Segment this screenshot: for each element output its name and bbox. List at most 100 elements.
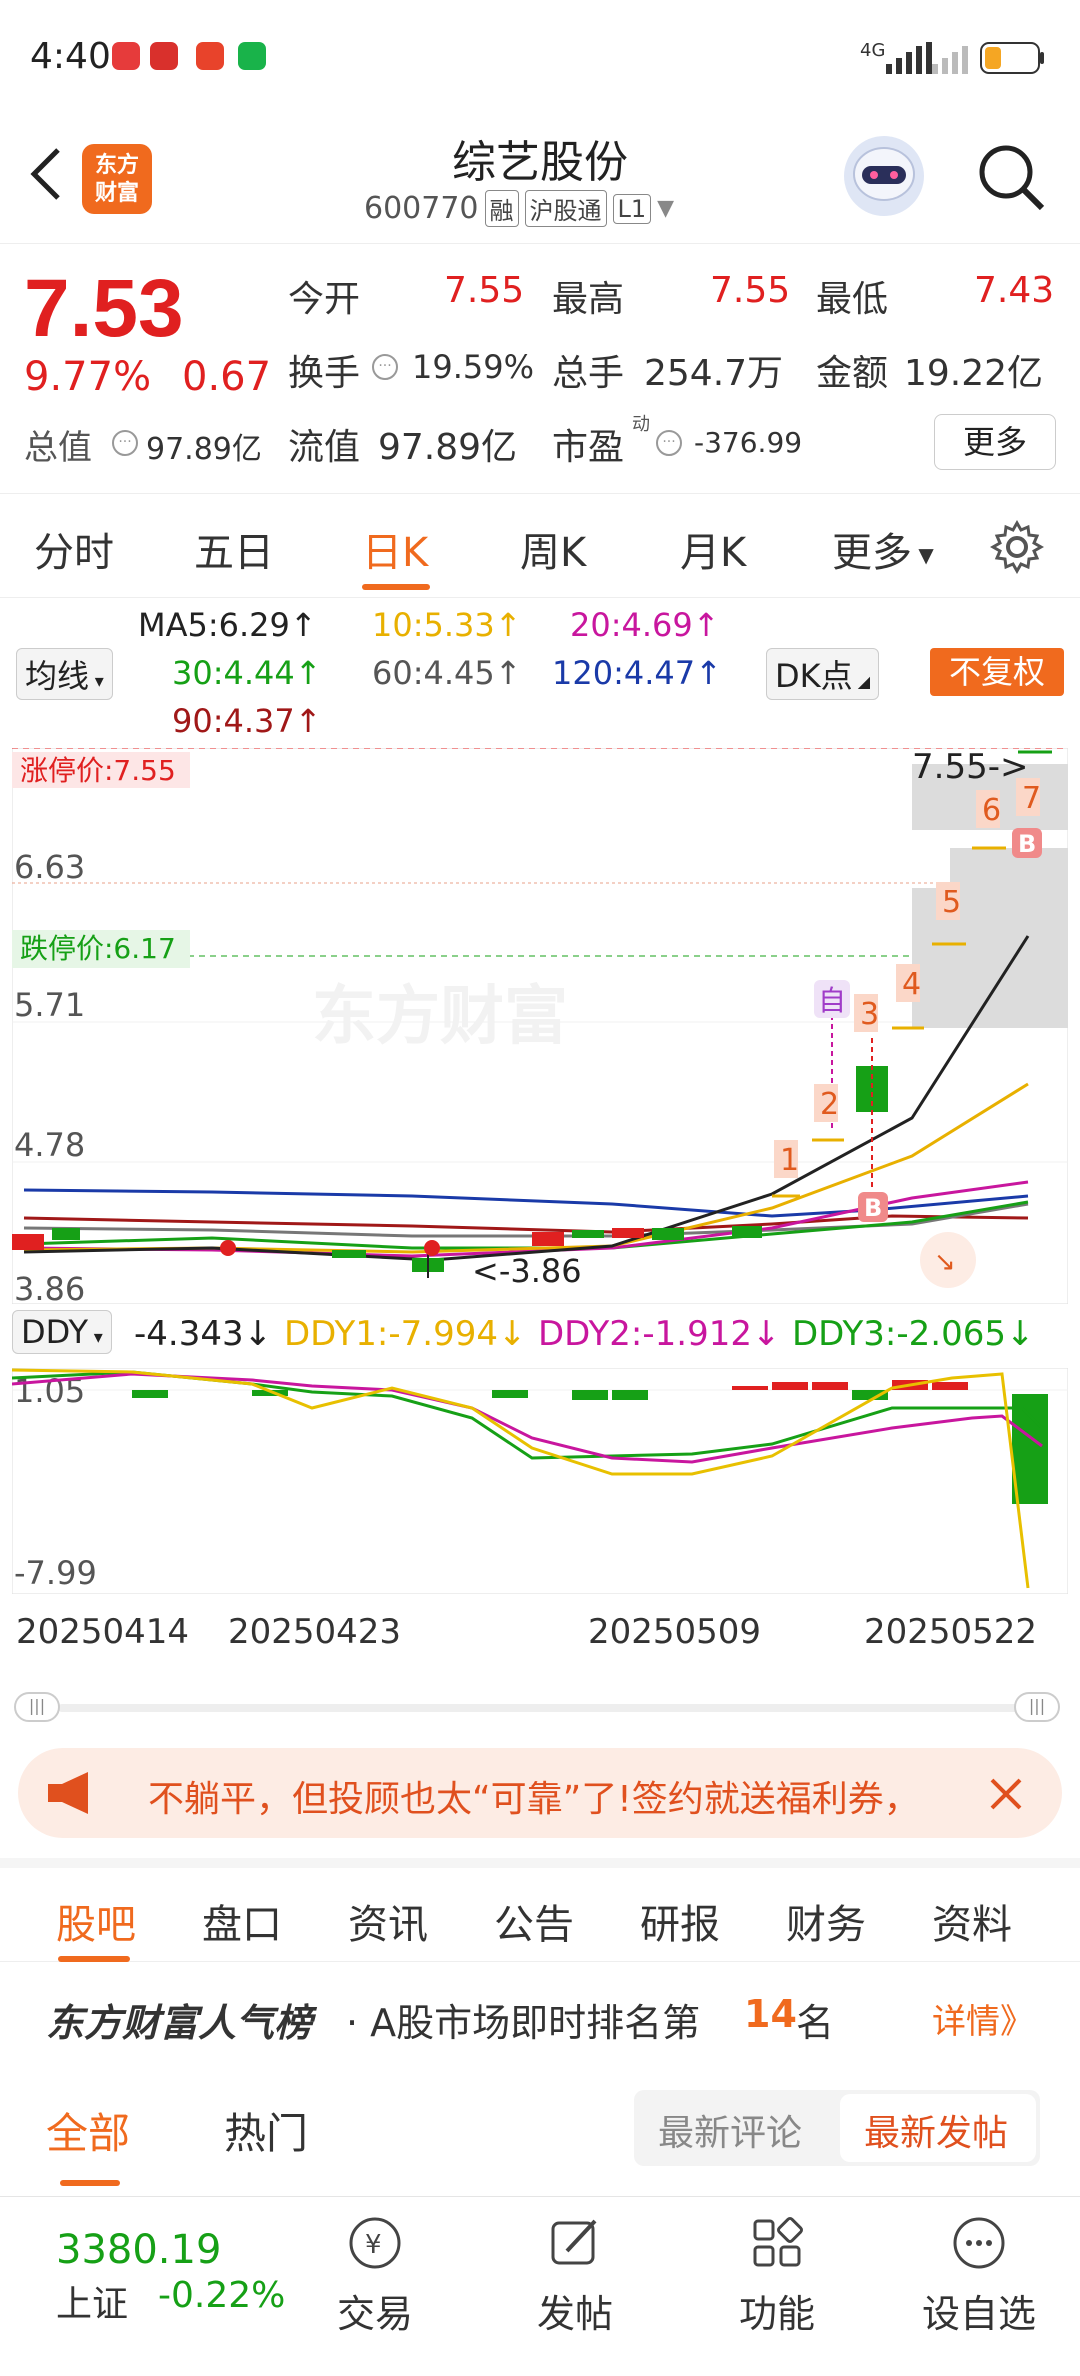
tab-five-day[interactable]: 五日 — [194, 520, 274, 578]
rank-detail-link[interactable]: 详情》 — [932, 1994, 1034, 2043]
connect-tag: 沪股通 — [524, 190, 607, 227]
tab-news[interactable]: 资讯 — [348, 1892, 428, 1950]
pe-dynamic-mark: 动 — [632, 414, 650, 435]
index-ticker[interactable]: 3380.19 上证 -0.22% — [56, 2227, 285, 2327]
step-marker-2: 2 — [820, 1087, 839, 1122]
open-value: 7.55 — [444, 270, 525, 311]
info-icon[interactable]: ··· — [112, 430, 138, 456]
tab-pankou[interactable]: 盘口 — [202, 1892, 282, 1950]
dropdown-icon[interactable]: ▼ — [657, 196, 674, 221]
filter-hot[interactable]: 热门 — [224, 2100, 308, 2161]
sort-latest-comment[interactable]: 最新评论 — [658, 2104, 802, 2156]
ma-selector[interactable]: 均线 ▾ — [16, 648, 113, 700]
filter-all[interactable]: 全部 — [46, 2100, 130, 2161]
ma30-value: 30:4.44↑ — [172, 654, 322, 692]
promo-banner[interactable]: 不躺平，但投顾也太“可靠”了!签约就送福利券， — [18, 1748, 1062, 1838]
ddy3-value: DDY3:-2.065↓ — [792, 1314, 1035, 1354]
y-axis-label-1: 6.63 — [14, 848, 85, 886]
dk-label: DK点 — [775, 657, 853, 695]
assistant-robot-icon[interactable] — [844, 136, 924, 216]
app-notification-icon — [112, 42, 140, 70]
tab-monthly-k[interactable]: 月K — [680, 520, 746, 578]
ma120-value: 120:4.47↑ — [552, 654, 722, 692]
tab-more[interactable]: 更多 ▼ — [832, 520, 934, 578]
dropdown-icon: ▾ — [88, 1327, 103, 1348]
stock-code-row: 600770 融 沪股通 L1 ▼ — [364, 190, 674, 227]
sort-latest-post[interactable]: 最新发帖 — [864, 2104, 1008, 2156]
tab-research[interactable]: 研报 — [640, 1892, 720, 1950]
nav-add-watchlist[interactable]: 设自选 — [914, 2213, 1044, 2338]
indicator-selector[interactable]: DDY ▾ — [12, 1310, 112, 1354]
tab-guba[interactable]: 股吧 — [56, 1892, 136, 1950]
tab-daily-k[interactable]: 日K — [362, 520, 428, 578]
popularity-rank[interactable]: 东方财富人气榜 · A股市场即时排名第 14 名 详情》 — [0, 1962, 1080, 2072]
ma5-value: MA5:6.29↑ — [138, 606, 317, 644]
quote-panel: 7.53 9.77% 0.67 总值 ··· 97.89亿 今开 7.55 最高… — [0, 244, 1080, 494]
post-filter: 全部 热门 最新评论 最新发帖 — [0, 2072, 1080, 2196]
search-icon[interactable] — [976, 142, 1046, 212]
nav-trade-label: 交易 — [336, 2292, 413, 2336]
chart-range-scroller[interactable]: ||| ||| — [14, 1690, 1064, 1724]
dk-point-selector[interactable]: DK点 ◢ — [766, 648, 880, 700]
tab-intraday[interactable]: 分时 — [34, 520, 114, 578]
left-scroll-handle[interactable]: ||| — [14, 1692, 60, 1722]
ddy2-value: DDY2:-1.912↓ — [538, 1314, 781, 1354]
open-label: 今开 — [288, 279, 361, 320]
ma20-value: 20:4.69↑ — [570, 606, 720, 644]
chart-watermark: 东方财富 — [312, 980, 568, 1054]
low-label: 最低 — [816, 279, 889, 320]
nav-trade[interactable]: ¥ 交易 — [310, 2213, 440, 2338]
stock-header: 东方财富 综艺股份 600770 融 沪股通 L1 ▼ — [0, 118, 1080, 244]
volume-value: 254.7万 — [644, 353, 784, 394]
close-icon[interactable] — [986, 1774, 1026, 1814]
step-marker-1: 1 — [780, 1143, 799, 1178]
more-button[interactable]: 更多 — [934, 414, 1056, 470]
right-scroll-handle[interactable]: ||| — [1014, 1692, 1060, 1722]
candle — [532, 1232, 564, 1246]
tab-announcement[interactable]: 公告 — [494, 1892, 574, 1950]
high-label: 最高 — [552, 279, 625, 320]
pe-info-icon[interactable]: ··· — [656, 430, 682, 456]
low-price-tag: <-3.86 — [472, 1252, 582, 1290]
index-name: 上证 — [56, 2284, 129, 2325]
y-axis-label-4: 3.86 — [14, 1270, 85, 1304]
candle — [612, 1228, 644, 1238]
tab-profile[interactable]: 资料 — [932, 1892, 1012, 1950]
level-tag: L1 — [612, 193, 652, 224]
candle — [52, 1228, 80, 1240]
nav-features[interactable]: 功能 — [712, 2213, 842, 2338]
kline-chart[interactable]: 东方财富 涨停价:7.55 6.63 跌停价:6.17 5.71 4.78 3.… — [12, 748, 1068, 1304]
tab-more-label: 更多 — [832, 530, 912, 576]
turnover-info-icon[interactable]: ··· — [372, 354, 398, 380]
game-notification-icon — [150, 42, 178, 70]
no-adjust-button[interactable]: 不复权 — [930, 648, 1064, 696]
rank-number: 14 — [744, 1992, 797, 2036]
dropdown-icon: ▾ — [89, 671, 104, 692]
banner-text: 不躺平，但投顾也太“可靠”了!签约就送福利券， — [148, 1779, 920, 1820]
ddy-chart[interactable]: 1.05 -7.99 — [12, 1368, 1068, 1594]
low-marker — [220, 1240, 236, 1256]
nav-features-label: 功能 — [738, 2292, 815, 2336]
nav-post[interactable]: 发帖 — [510, 2213, 640, 2338]
tab-weekly-k[interactable]: 周K — [520, 520, 586, 578]
corner-arrow-icon: ◢ — [852, 672, 871, 691]
settings-gear-icon[interactable] — [990, 520, 1044, 574]
dropdown-icon: ▼ — [912, 543, 934, 567]
limit-down-label: 跌停价:6.17 — [20, 932, 176, 965]
filter-indicator — [60, 2180, 120, 2186]
step-marker-3: 3 — [860, 997, 879, 1032]
current-price: 7.53 — [24, 263, 184, 354]
expand-chart-icon[interactable]: ↘ — [934, 1247, 956, 1277]
tab-finance[interactable]: 财务 — [786, 1892, 866, 1950]
margin-tag: 融 — [484, 190, 519, 227]
step-marker-5: 5 — [942, 885, 961, 920]
content-tabs: 股吧 盘口 资讯 公告 研报 财务 资料 — [0, 1858, 1080, 1962]
high-value: 7.55 — [710, 270, 791, 311]
buy-marker: B — [864, 1194, 882, 1222]
stock-code: 600770 — [364, 191, 479, 226]
rank-prefix: · A股市场即时排名第 — [346, 2001, 701, 2045]
ddy-indicator-row: DDY ▾ -4.343↓ DDY1:-7.994↓ DDY2:-1.912↓ … — [12, 1310, 1072, 1366]
edit-icon — [551, 2219, 597, 2265]
low-marker — [424, 1240, 440, 1256]
more-dots-icon — [953, 2217, 1005, 2269]
